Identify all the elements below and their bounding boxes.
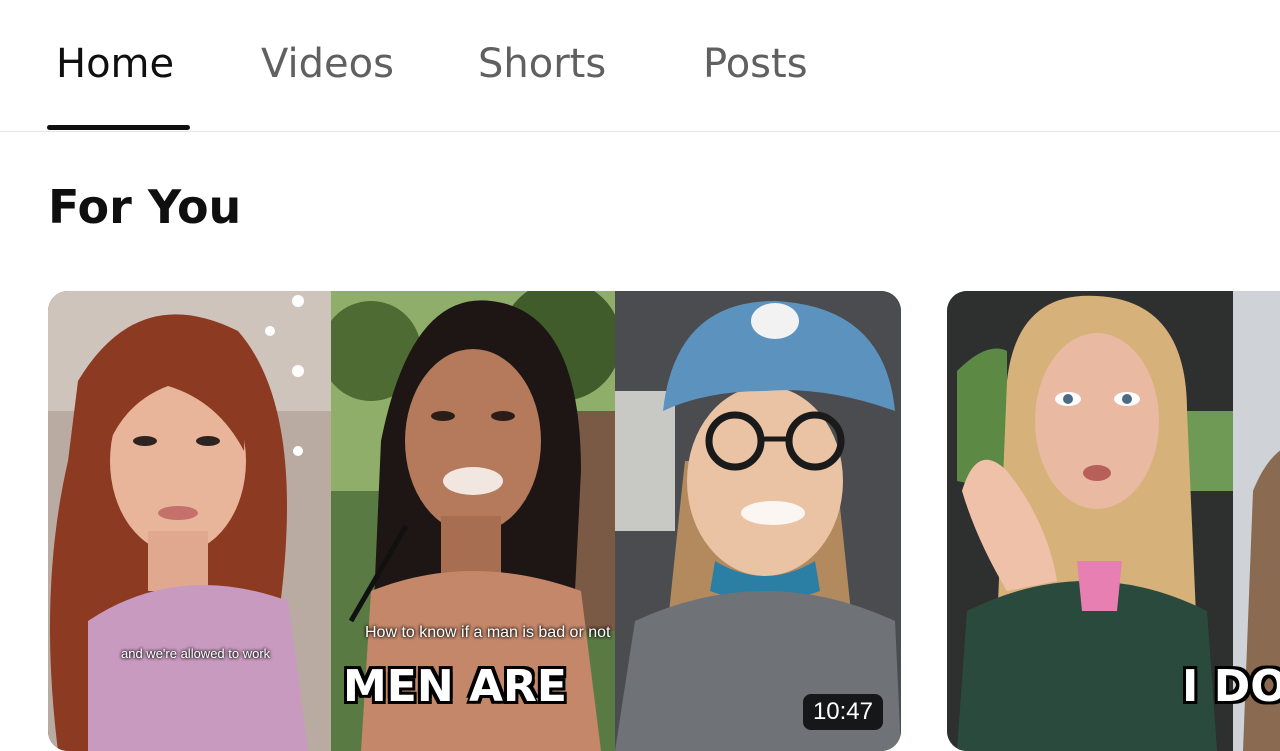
tab-shorts[interactable]: Shorts [478,38,606,90]
tab-posts[interactable]: Posts [703,38,808,90]
channel-tabs: Home Videos Shorts Posts [0,0,1280,132]
thumbnail-caption: How to know if a man is bad or not [365,624,611,641]
video-duration-badge: 10:47 [802,694,883,730]
thumbnail-headline: I DO [1182,661,1280,712]
thumbnail-panel-2: How to know if a man is bad or not MEN A… [331,291,615,751]
video-thumbnail-card[interactable]: I DO [947,291,1280,751]
thumbnail-panel-3: 10:47 [615,291,901,751]
thumbnail-headline: MEN ARE [343,661,567,712]
tab-home[interactable]: Home [56,38,174,90]
thumbnail-panel-1: and we're allowed to work [48,291,331,751]
active-tab-indicator [47,125,190,130]
section-title: For You [48,180,242,234]
thumbnail-caption: and we're allowed to work [121,646,271,661]
video-thumbnail-card[interactable]: and we're allowed to work How to know if… [48,291,901,751]
tab-videos[interactable]: Videos [261,38,394,90]
